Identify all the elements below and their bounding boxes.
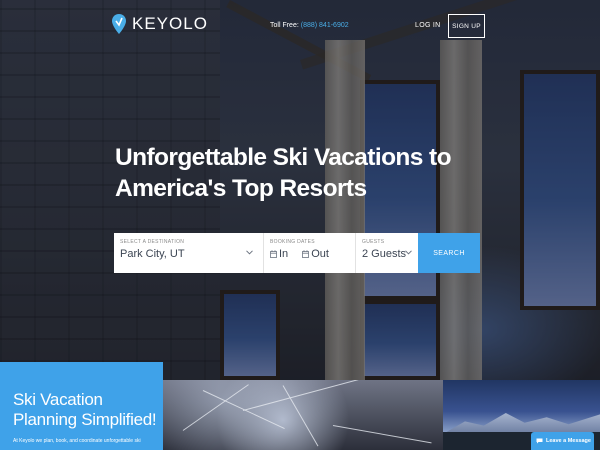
checkin-field[interactable]: In bbox=[270, 248, 288, 260]
promo-title: Ski Vacation Planning Simplified! bbox=[13, 390, 157, 429]
map-pin-icon bbox=[112, 14, 126, 34]
calendar-icon bbox=[270, 250, 277, 258]
dates-label: BOOKING DATES bbox=[270, 239, 315, 245]
checkout-label: Out bbox=[311, 248, 329, 260]
page-title: Unforgettable Ski Vacations to America's… bbox=[115, 144, 452, 202]
destination-select[interactable]: SELECT A DESTINATION Park City, UT bbox=[114, 233, 264, 273]
chat-icon bbox=[536, 438, 543, 444]
toll-free-label: Toll Free: bbox=[270, 22, 299, 29]
destination-label: SELECT A DESTINATION bbox=[120, 239, 185, 245]
toll-free-number[interactable]: (888) 841-6902 bbox=[301, 22, 349, 29]
logo[interactable]: KEYOLO bbox=[112, 14, 208, 34]
calendar-icon bbox=[302, 250, 310, 258]
promo-tile: Ski Vacation Planning Simplified! At Key… bbox=[0, 362, 163, 450]
guests-label: GUESTS bbox=[362, 239, 385, 245]
login-link[interactable]: LOG IN bbox=[415, 22, 441, 29]
site-header: KEYOLO Toll Free: (888) 841-6902 LOG IN … bbox=[0, 0, 600, 56]
search-button[interactable]: SEARCH bbox=[418, 233, 480, 273]
leave-message-label: Leave a Message bbox=[546, 438, 591, 444]
checkout-field[interactable]: Out bbox=[302, 248, 329, 260]
toll-free: Toll Free: (888) 841-6902 bbox=[270, 22, 349, 29]
search-bar: SELECT A DESTINATION Park City, UT BOOKI… bbox=[114, 233, 480, 273]
chevron-down-icon bbox=[246, 250, 253, 255]
checkin-label: In bbox=[279, 248, 289, 260]
guests-select[interactable]: GUESTS 2 Guests bbox=[356, 233, 418, 273]
frosted-branches-image bbox=[163, 380, 443, 450]
booking-dates: BOOKING DATES In Out bbox=[264, 233, 356, 273]
logo-text: KEYOLO bbox=[132, 14, 208, 33]
leave-message-button[interactable]: Leave a Message bbox=[531, 432, 594, 450]
signup-button[interactable]: SIGN UP bbox=[448, 14, 485, 38]
promo-subtitle: At Keyolo we plan, book, and coordinate … bbox=[13, 438, 141, 444]
destination-value: Park City, UT bbox=[120, 248, 185, 260]
mountain-peaks bbox=[443, 413, 600, 434]
chevron-down-icon bbox=[405, 250, 412, 255]
